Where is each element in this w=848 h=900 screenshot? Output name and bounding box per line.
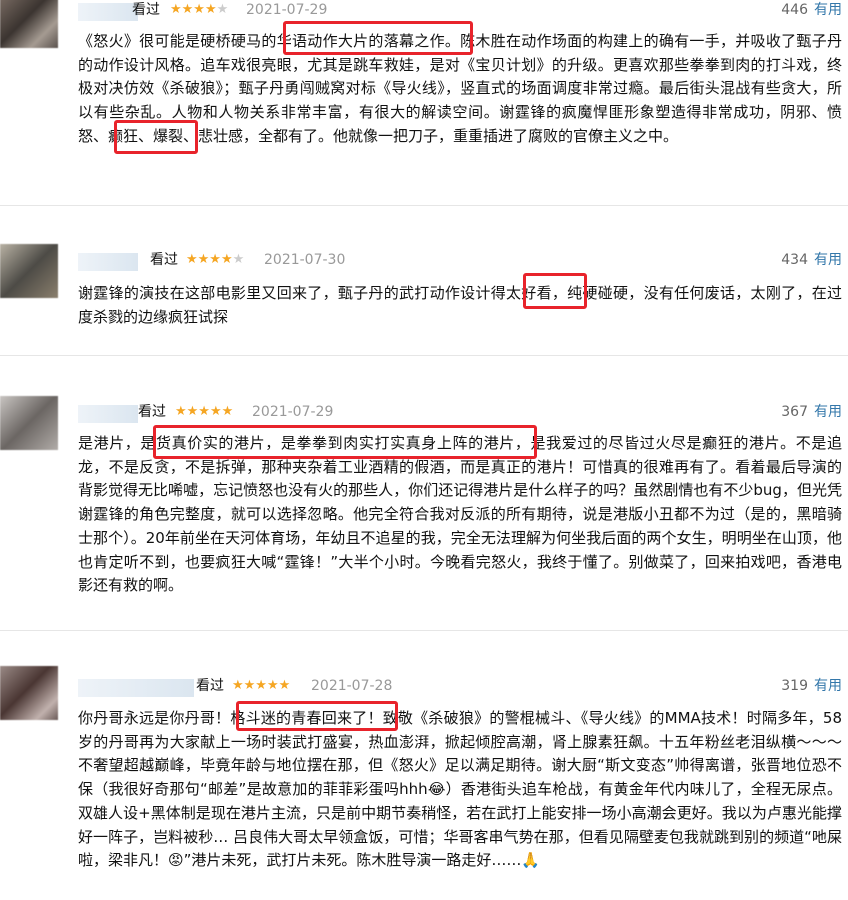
username-redacted[interactable] bbox=[78, 679, 194, 697]
username-redacted[interactable] bbox=[78, 253, 138, 271]
vote-count: 434 有用 bbox=[781, 248, 842, 272]
highlight-box bbox=[153, 425, 537, 459]
vote-count: 446 有用 bbox=[781, 0, 842, 22]
rating-stars: ★★★★★ bbox=[232, 678, 291, 693]
divider bbox=[0, 630, 848, 631]
vote-number: 367 bbox=[781, 404, 808, 420]
username-redacted[interactable] bbox=[78, 3, 138, 21]
highlight-box bbox=[236, 701, 398, 731]
rating-stars: ★★★★★ bbox=[170, 2, 229, 17]
review-meta: 看过 ★★★★★ 2021-07-28 319 有用 bbox=[0, 674, 848, 698]
useful-button[interactable]: 有用 bbox=[814, 404, 842, 420]
highlight-box bbox=[114, 120, 198, 154]
seen-label: 看过 bbox=[138, 404, 166, 420]
seen-label: 看过 bbox=[196, 678, 224, 694]
review-text: 你丹哥永远是你丹哥！格斗迷的青春回来了！致敬《杀破狼》的警棍械斗、《导火线》的M… bbox=[78, 709, 842, 870]
seen-label: 看过 bbox=[150, 252, 178, 268]
seen-label: 看过 bbox=[132, 2, 160, 18]
review-date: 2021-07-30 bbox=[264, 252, 346, 268]
vote-count: 367 有用 bbox=[781, 400, 842, 424]
divider bbox=[0, 355, 848, 356]
highlight-box bbox=[523, 273, 587, 309]
review-text: 谢霆锋的演技在这部电影里又回来了，甄子丹的武打动作设计得太好看，纯硬碰硬，没有任… bbox=[78, 284, 842, 326]
vote-number: 319 bbox=[781, 678, 808, 694]
review-2: 看过 ★★★★★ 2021-07-30 434 有用 谢霆锋的演技在这部电影里又回… bbox=[0, 244, 848, 336]
vote-number: 446 bbox=[781, 2, 808, 18]
useful-button[interactable]: 有用 bbox=[814, 2, 842, 18]
username-redacted[interactable] bbox=[78, 405, 138, 423]
highlight-box bbox=[283, 21, 473, 55]
vote-number: 434 bbox=[781, 252, 808, 268]
review-4: 看过 ★★★★★ 2021-07-28 319 有用 你丹哥永远是你丹哥！格斗迷的… bbox=[0, 666, 848, 900]
useful-button[interactable]: 有用 bbox=[814, 252, 842, 268]
vote-count: 319 有用 bbox=[781, 674, 842, 698]
rating-stars: ★★★★★ bbox=[175, 404, 234, 419]
review-date: 2021-07-29 bbox=[246, 2, 328, 18]
review-meta: 看过 ★★★★★ 2021-07-29 446 有用 bbox=[0, 0, 848, 22]
useful-button[interactable]: 有用 bbox=[814, 678, 842, 694]
review-meta: 看过 ★★★★★ 2021-07-30 434 有用 bbox=[0, 248, 848, 272]
review-date: 2021-07-29 bbox=[252, 404, 334, 420]
rating-stars: ★★★★★ bbox=[186, 252, 245, 267]
review-date: 2021-07-28 bbox=[311, 678, 393, 694]
review-meta: 看过 ★★★★★ 2021-07-29 367 有用 bbox=[0, 400, 848, 424]
divider bbox=[0, 205, 848, 206]
